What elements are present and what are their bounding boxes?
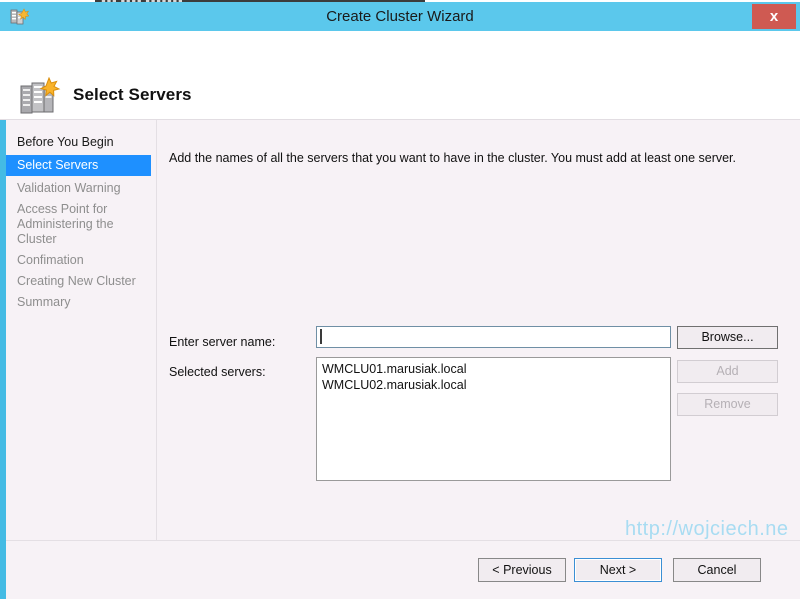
server-name-label: Enter server name: (169, 335, 276, 349)
browse-button[interactable]: Browse... (677, 326, 778, 349)
sidebar-item-validation-warning[interactable]: Validation Warning (6, 178, 156, 199)
create-cluster-wizard-dialog: Create Cluster Wizard x Select Servers B… (0, 2, 800, 599)
wizard-header: Select Servers (0, 31, 800, 120)
next-button[interactable]: Next > (574, 558, 662, 582)
wizard-content: Add the names of all the servers that yo… (158, 120, 800, 540)
dialog-footer: < Previous Next > Cancel (0, 540, 800, 599)
desktop-background: ▮▮▮ ▮▮▮▮ ▮▮▮▮▮▮▮ Create Cluster Wizard x (0, 0, 800, 599)
sidebar-item-summary[interactable]: Summary (6, 292, 156, 313)
sidebar-item-creating-new-cluster[interactable]: Creating New Cluster (6, 271, 156, 292)
previous-button[interactable]: < Previous (478, 558, 566, 582)
dialog-titlebar: Create Cluster Wizard x (0, 2, 800, 31)
page-title: Select Servers (73, 85, 192, 104)
list-item[interactable]: WMCLU02.marusiak.local (317, 377, 670, 393)
cancel-button[interactable]: Cancel (673, 558, 761, 582)
text-caret (320, 329, 322, 344)
server-name-input[interactable] (316, 326, 671, 348)
selected-servers-label: Selected servers: (169, 365, 266, 379)
dialog-title: Create Cluster Wizard (326, 8, 474, 25)
wizard-steps-sidebar: Before You Begin Select Servers Validati… (6, 120, 157, 540)
instruction-text: Add the names of all the servers that yo… (169, 151, 737, 165)
sidebar-item-confirmation[interactable]: Confimation (6, 250, 156, 271)
sidebar-item-before-you-begin[interactable]: Before You Begin (6, 132, 156, 153)
sidebar-item-select-servers[interactable]: Select Servers (6, 155, 151, 176)
close-icon[interactable]: x (752, 4, 796, 29)
selected-servers-list[interactable]: WMCLU01.marusiak.local WMCLU02.marusiak.… (316, 357, 671, 481)
footer-accent-bar (0, 540, 6, 599)
list-item[interactable]: WMCLU01.marusiak.local (317, 361, 670, 377)
remove-button: Remove (677, 393, 778, 416)
server-rack-icon (19, 76, 61, 117)
add-button: Add (677, 360, 778, 383)
sidebar-item-access-point[interactable]: Access Point for Administering the Clust… (6, 199, 156, 250)
dialog-body: Before You Begin Select Servers Validati… (0, 120, 800, 540)
